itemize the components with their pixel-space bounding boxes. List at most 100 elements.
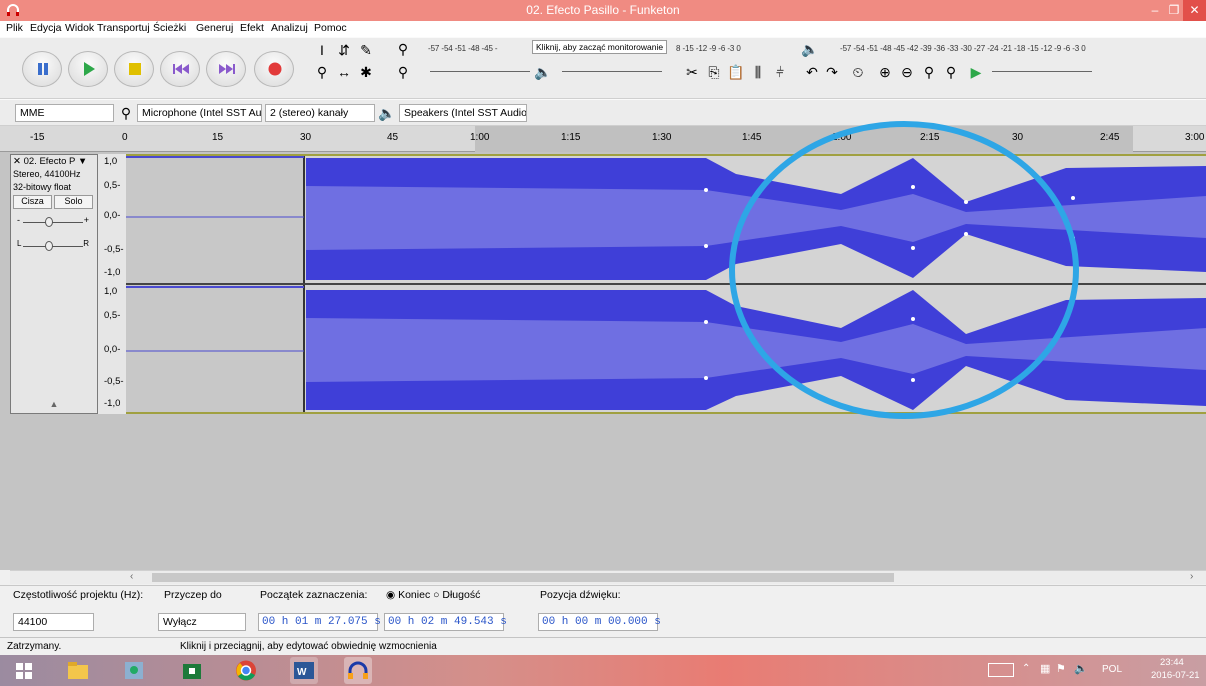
scroll-left-arrow[interactable]: ‹	[130, 571, 133, 582]
fit-project-icon[interactable]: ⚲	[941, 62, 961, 82]
selection-toolbar: Częstotliwość projektu (Hz): 44100 Przyc…	[0, 585, 1206, 637]
multi-tool-icon[interactable]: ✱	[356, 62, 376, 82]
draw-tool-icon[interactable]: ✎	[356, 40, 376, 60]
trim-icon[interactable]: ⫼	[748, 62, 768, 82]
recording-device-select[interactable]: Microphone (Intel SST Aud	[137, 104, 262, 122]
play-at-speed-icon[interactable]: ▶	[966, 62, 986, 82]
copy-icon[interactable]: ⎘	[704, 62, 724, 82]
selection-tool-icon[interactable]: I	[312, 40, 332, 60]
skip-start-button[interactable]	[160, 51, 200, 87]
minimize-button[interactable]: –	[1145, 0, 1165, 21]
track-close-icon[interactable]: ✕	[13, 156, 24, 167]
zoom-in-icon[interactable]: ⊕	[875, 62, 895, 82]
menu-transport[interactable]: Transportuj	[97, 22, 150, 34]
channels-select[interactable]: 2 (stereo) kanały	[265, 104, 375, 122]
sync-lock-icon[interactable]: ⏲	[848, 62, 868, 82]
microphone-icon: ⚲	[120, 105, 132, 121]
track-control-panel: ✕ 02. Efecto P ▼ Stereo, 44100Hz 32-bito…	[10, 154, 98, 414]
horizontal-scrollbar[interactable]: ‹ ›	[10, 570, 1206, 584]
record-meter-mic-icon: ⚲	[397, 41, 409, 57]
audio-host-select[interactable]: MME	[15, 104, 114, 122]
menu-edit[interactable]: Edycja	[30, 22, 62, 34]
envelope-tool-icon[interactable]: ⇵	[334, 40, 354, 60]
tray-up-arrow-icon[interactable]: ⌃	[1022, 663, 1030, 674]
gain-slider[interactable]: - +	[17, 215, 89, 229]
snap-to-label: Przyczep do	[164, 589, 222, 601]
pause-button[interactable]	[22, 51, 62, 87]
network-icon[interactable]: ▦	[1040, 662, 1050, 675]
zoom-out-icon[interactable]: ⊖	[897, 62, 917, 82]
skip-end-button[interactable]	[206, 51, 246, 87]
track-area[interactable]: ✕ 02. Efecto P ▼ Stereo, 44100Hz 32-bito…	[0, 121, 1206, 570]
fit-selection-icon[interactable]: ⚲	[919, 62, 939, 82]
snap-to-select[interactable]: Wyłącz	[158, 613, 246, 631]
control-panel-icon[interactable]	[120, 657, 148, 684]
stop-button[interactable]	[114, 51, 154, 87]
menu-analyze[interactable]: Analizuj	[271, 22, 308, 34]
menu-file[interactable]: Plik	[6, 22, 23, 34]
play-speed-slider[interactable]	[992, 71, 1092, 72]
maximize-button[interactable]: ❐	[1163, 0, 1185, 21]
playback-volume-slider[interactable]	[562, 71, 662, 72]
word-icon[interactable]: W	[290, 657, 318, 684]
audacity-taskbar-icon[interactable]	[344, 657, 372, 684]
playback-device-select[interactable]: Speakers (Intel SST Audio D	[399, 104, 527, 122]
record-button[interactable]	[254, 51, 294, 87]
menu-tracks[interactable]: Ścieżki	[153, 22, 186, 34]
window-title: 02. Efecto Pasillo - Funketon	[526, 3, 680, 17]
paste-icon[interactable]: 📋	[726, 62, 746, 82]
silence-icon[interactable]: ⫩	[770, 62, 790, 82]
file-explorer-icon[interactable]	[64, 657, 92, 684]
windows-start-icon[interactable]	[10, 657, 38, 684]
selection-end-time[interactable]: 00 h 02 m 49.543 s	[384, 613, 507, 631]
track-name-menu[interactable]: 02. Efecto P	[24, 156, 76, 167]
zoom-tool-icon[interactable]: ⚲	[312, 62, 332, 82]
redo-icon[interactable]: ↷	[822, 62, 842, 82]
menu-help[interactable]: Pomoc	[314, 22, 347, 34]
windows-taskbar: W ⌃ ▦ ⚑ 🔈 POL 23:44 2016-07-21	[0, 655, 1206, 686]
cut-icon[interactable]: ✂	[682, 62, 702, 82]
record-meter-scale: -57 -54 -51 -48 -45 -	[428, 44, 498, 53]
menu-view[interactable]: Widok	[65, 22, 94, 34]
status-hint: Kliknij i przeciągnij, aby edytować obwi…	[180, 641, 437, 652]
chrome-icon[interactable]	[232, 657, 260, 684]
project-rate-label: Częstotliwość projektu (Hz):	[13, 589, 144, 601]
ruler-tick: 30	[300, 132, 312, 143]
solo-button[interactable]: Solo	[54, 195, 93, 209]
ruler-tick: 1:15	[561, 132, 581, 143]
menu-effect[interactable]: Efekt	[240, 22, 264, 34]
pan-slider[interactable]: L R	[17, 239, 89, 253]
collapse-track-button[interactable]: ▲	[11, 399, 97, 413]
menu-bar: Plik Edycja Widok Transportuj Ścieżki Ge…	[0, 21, 1206, 37]
close-button[interactable]: ✕	[1183, 0, 1206, 21]
length-radio[interactable]: ○	[433, 589, 442, 601]
stop-icon	[129, 63, 141, 75]
menu-generate[interactable]: Generuj	[196, 22, 233, 34]
clock-time[interactable]: 23:44	[1160, 657, 1184, 668]
ruler-tick: 1:30	[652, 132, 672, 143]
undo-icon[interactable]: ↶	[802, 62, 822, 82]
scroll-thumb[interactable]	[152, 573, 894, 582]
ruler-tick: 3:00	[1185, 132, 1205, 143]
language-indicator[interactable]: POL	[1102, 664, 1122, 675]
svg-text:W: W	[297, 667, 307, 678]
clock-date[interactable]: 2016-07-21	[1151, 670, 1200, 681]
flag-icon[interactable]: ⚑	[1056, 662, 1066, 675]
end-radio[interactable]: ◉	[386, 589, 398, 601]
audio-position-time[interactable]: 00 h 00 m 00.000 s	[538, 613, 661, 631]
mute-button[interactable]: Cisza	[13, 195, 52, 209]
status-bar: Zatrzymany. Kliknij i przeciągnij, aby e…	[0, 637, 1206, 655]
store-icon[interactable]	[178, 657, 206, 684]
record-meter-hint[interactable]: Kliknij, aby zacząć monitorowanie	[532, 40, 668, 54]
project-rate-select[interactable]: 44100	[13, 613, 94, 631]
skip-end-icon	[219, 64, 235, 74]
playback-meter-scale: -57 -54 -51 -48 -45 -42 -39 -36 -33 -30 …	[840, 44, 1086, 53]
play-button[interactable]	[68, 51, 108, 87]
record-volume-slider[interactable]	[430, 71, 530, 72]
timeshift-tool-icon[interactable]: ↔	[334, 62, 354, 82]
selection-start-time[interactable]: 00 h 01 m 27.075 s	[258, 613, 381, 631]
keyboard-icon[interactable]	[988, 663, 1014, 677]
volume-icon[interactable]: 🔈	[1074, 662, 1088, 675]
scroll-right-arrow[interactable]: ›	[1190, 571, 1193, 582]
pause-icon	[38, 63, 48, 75]
